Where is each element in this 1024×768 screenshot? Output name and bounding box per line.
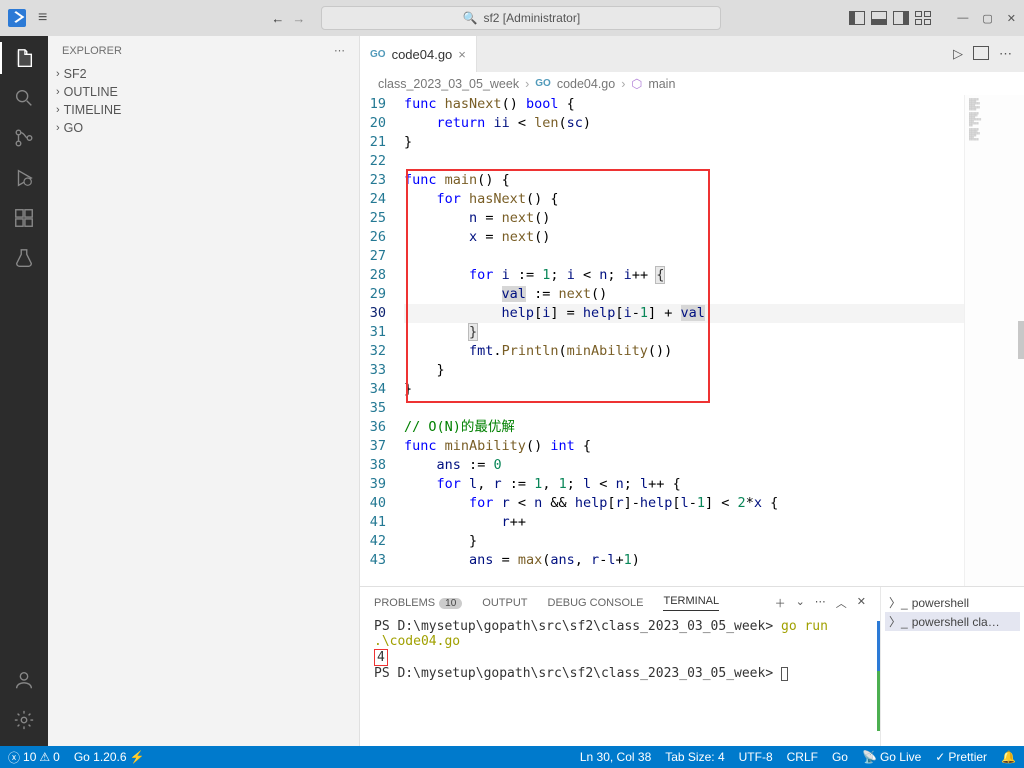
tab-output[interactable]: OUTPUT — [482, 597, 527, 609]
powershell-icon: 〉_ — [889, 613, 908, 630]
layout-sidebar-right-icon[interactable] — [893, 11, 909, 25]
new-terminal-icon[interactable]: ＋ — [775, 595, 786, 611]
explorer-panel: EXPLORER⋯ ›SF2 ›OUTLINE ›TIMELINE ›GO — [48, 36, 360, 746]
tab-terminal[interactable]: TERMINAL — [663, 595, 719, 611]
terminal-scroll-indicator — [877, 621, 880, 671]
status-go-version[interactable]: Go 1.20.6 ⚡ — [74, 750, 145, 764]
activity-bar — [0, 36, 48, 746]
sidebar-item-outline[interactable]: ›OUTLINE — [48, 83, 359, 101]
terminal-dropdown-icon[interactable]: ⌄ — [796, 595, 805, 611]
window-maximize-icon[interactable]: ▢ — [982, 12, 992, 25]
go-file-icon: GO — [370, 49, 386, 60]
terminal-shell-item[interactable]: 〉_powershell cla… — [885, 612, 1020, 631]
window-close-icon[interactable]: ✕ — [1007, 12, 1016, 25]
extensions-icon[interactable] — [10, 204, 38, 232]
more-actions-icon[interactable]: ⋯ — [999, 46, 1012, 62]
tab-label: code04.go — [392, 47, 453, 62]
customize-layout-icon[interactable] — [915, 11, 931, 25]
symbol-icon: ⬡ — [631, 76, 642, 91]
line-gutter: 1920212223242526272829303132333435363738… — [360, 95, 404, 586]
nav-forward-icon[interactable]: → — [292, 11, 305, 26]
tab-debug-console[interactable]: DEBUG CONSOLE — [548, 597, 644, 609]
status-notifications-icon[interactable]: 🔔 — [1001, 750, 1016, 764]
terminal-shell-item[interactable]: 〉_powershell — [885, 593, 1020, 612]
terminal-list: 〉_powershell〉_powershell cla… — [880, 587, 1024, 746]
more-icon[interactable]: ⋯ — [334, 44, 345, 57]
vscode-icon — [8, 9, 26, 27]
more-icon[interactable]: ⋯ — [815, 595, 826, 611]
source-control-icon[interactable] — [10, 124, 38, 152]
maximize-panel-icon[interactable]: ︿ — [836, 595, 847, 611]
run-icon[interactable]: ▷ — [953, 46, 963, 62]
window-minimize-icon[interactable]: — — [957, 12, 968, 25]
status-go-live[interactable]: 📡 Go Live — [862, 750, 921, 764]
status-indent[interactable]: Tab Size: 4 — [665, 750, 724, 764]
scrollbar-thumb[interactable] — [1018, 321, 1024, 359]
close-panel-icon[interactable]: ✕ — [857, 595, 866, 611]
testing-icon[interactable] — [10, 244, 38, 272]
powershell-icon: 〉_ — [889, 594, 908, 611]
status-eol[interactable]: CRLF — [787, 750, 818, 764]
code-editor[interactable]: 1920212223242526272829303132333435363738… — [360, 95, 1024, 586]
search-icon: 🔍 — [463, 11, 478, 25]
search-activity-icon[interactable] — [10, 84, 38, 112]
accounts-icon[interactable] — [10, 666, 38, 694]
explorer-title: EXPLORER⋯ — [48, 36, 359, 65]
status-language[interactable]: Go — [832, 750, 848, 764]
close-tab-icon[interactable]: × — [458, 47, 466, 62]
editor-tabs: GO code04.go × ▷ ⋯ — [360, 36, 1024, 72]
layout-sidebar-left-icon[interactable] — [849, 11, 865, 25]
status-cursor-position[interactable]: Ln 30, Col 38 — [580, 750, 651, 764]
layout-panel-icon[interactable] — [871, 11, 887, 25]
terminal-content[interactable]: PS D:\mysetup\gopath\src\sf2\class_2023_… — [360, 615, 880, 746]
command-center[interactable]: 🔍 sf2 [Administrator] — [321, 6, 721, 30]
run-debug-icon[interactable] — [10, 164, 38, 192]
editor-group: GO code04.go × ▷ ⋯ class_2023_03_05_week… — [360, 36, 1024, 746]
code-content[interactable]: func hasNext() bool { return ii < len(sc… — [404, 95, 964, 586]
status-encoding[interactable]: UTF-8 — [739, 750, 773, 764]
settings-gear-icon[interactable] — [10, 706, 38, 734]
output-highlight: 4 — [374, 649, 388, 666]
terminal-cursor — [781, 667, 788, 681]
tab-problems[interactable]: PROBLEMS10 — [374, 597, 462, 609]
status-errors[interactable]: ⓧ 10 ⚠ 0 — [8, 749, 60, 766]
sidebar-item-go[interactable]: ›GO — [48, 119, 359, 137]
explorer-icon[interactable] — [10, 44, 38, 72]
sidebar-item-sf2[interactable]: ›SF2 — [48, 65, 359, 83]
panel-tabs: PROBLEMS10 OUTPUT DEBUG CONSOLE TERMINAL… — [360, 587, 880, 615]
breadcrumb[interactable]: class_2023_03_05_week› GO code04.go› ⬡ m… — [360, 72, 1024, 95]
terminal-scroll-indicator — [877, 671, 880, 731]
title-bar: ≡ ← → 🔍 sf2 [Administrator] — ▢ ✕ — [0, 0, 1024, 36]
nav-back-icon[interactable]: ← — [271, 11, 284, 26]
status-bar: ⓧ 10 ⚠ 0 Go 1.20.6 ⚡ Ln 30, Col 38 Tab S… — [0, 746, 1024, 768]
sidebar-item-timeline[interactable]: ›TIMELINE — [48, 101, 359, 119]
status-prettier[interactable]: ✓ Prettier — [935, 750, 987, 764]
search-label: sf2 [Administrator] — [483, 11, 580, 25]
split-editor-icon[interactable] — [973, 46, 989, 60]
minimap[interactable]: ▓▓▓▓▓▓▓▓▓▓▓▓▓▓▓▓▓▓▓▓▓▓▓▓▓▓▓▓▓▓▓▓▓▓▓▓▓▓▓▓… — [964, 95, 1024, 586]
tab-code04[interactable]: GO code04.go × — [360, 36, 477, 72]
go-file-icon: GO — [535, 78, 551, 89]
panel: PROBLEMS10 OUTPUT DEBUG CONSOLE TERMINAL… — [360, 586, 1024, 746]
menu-icon[interactable]: ≡ — [34, 5, 51, 31]
